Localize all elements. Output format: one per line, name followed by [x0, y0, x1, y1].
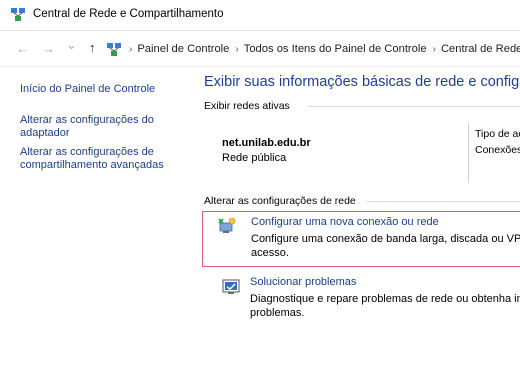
- troubleshoot-link[interactable]: Solucionar problemas: [250, 276, 356, 288]
- section-divider: [367, 201, 520, 202]
- forward-icon[interactable]: →: [42, 42, 55, 56]
- section-divider: [307, 106, 520, 107]
- breadcrumb-item-central[interactable]: Central de Rede e Co: [441, 43, 520, 55]
- access-type-label: Tipo de ac: [475, 128, 520, 140]
- dropdown-icon[interactable]: ⌄: [66, 38, 77, 52]
- up-icon[interactable]: ↑: [89, 41, 96, 55]
- troubleshoot-description: Diagnostique e repare problemas de rede …: [250, 293, 520, 305]
- new-connection-description-line2: acesso.: [251, 247, 289, 259]
- window-title: Central de Rede e Compartilhamento: [33, 8, 224, 20]
- sidebar-item-advanced-sharing[interactable]: Alterar as configurações de compartilham…: [20, 146, 185, 172]
- task-highlight-new-connection[interactable]: Configurar uma nova conexão ou rede Conf…: [202, 211, 520, 267]
- page-title: Exibir suas informações básicas de rede …: [204, 74, 520, 90]
- new-connection-description: Configure uma conexão de banda larga, di…: [251, 233, 520, 245]
- breadcrumb: › Painel de Controle › Todos os Itens do Pa…: [123, 43, 520, 55]
- network-type-label: Rede pública: [222, 152, 287, 164]
- main-content: Exibir suas informações básicas de rede …: [197, 67, 520, 376]
- connections-label: Conexões: [475, 144, 520, 156]
- active-networks-section-title: Exibir redes ativas: [204, 100, 296, 112]
- breadcrumb-separator: ›: [432, 44, 436, 55]
- sidebar: Início do Painel de Controle Alterar as …: [0, 67, 197, 376]
- navigation-bar: ← → ⌄ ↑ › Painel de Controle › Todos os Ite…: [0, 38, 520, 61]
- new-connection-link[interactable]: Configurar uma nova conexão ou rede: [251, 216, 439, 228]
- title-bar: Central de Rede e Compartilhamento: [0, 0, 520, 30]
- breadcrumb-item-todos[interactable]: Todos os Itens do Painel de Controle: [244, 43, 427, 55]
- back-icon[interactable]: ←: [16, 42, 29, 56]
- window: Central de Rede e Compartilhamento ← → ⌄…: [0, 0, 520, 376]
- column-divider: [468, 123, 469, 183]
- sidebar-item-adapter-settings[interactable]: Alterar as configurações do adaptador: [20, 114, 170, 140]
- breadcrumb-separator: ›: [129, 44, 133, 55]
- breadcrumb-item-painel[interactable]: Painel de Controle: [137, 43, 229, 55]
- new-connection-icon: [218, 217, 236, 233]
- troubleshoot-icon: [222, 279, 240, 294]
- change-settings-section-title: Alterar as configurações de rede: [204, 195, 362, 207]
- title-divider: [0, 30, 520, 31]
- network-center-icon: [11, 8, 25, 21]
- troubleshoot-description-line2: problemas.: [250, 307, 305, 319]
- sidebar-item-control-panel-home[interactable]: Início do Painel de Controle: [20, 83, 190, 96]
- network-type[interactable]: Rede pública: [222, 152, 286, 164]
- control-panel-icon: [107, 43, 121, 56]
- breadcrumb-separator: ›: [235, 44, 239, 55]
- network-name: net.unilab.edu.br: [222, 137, 311, 149]
